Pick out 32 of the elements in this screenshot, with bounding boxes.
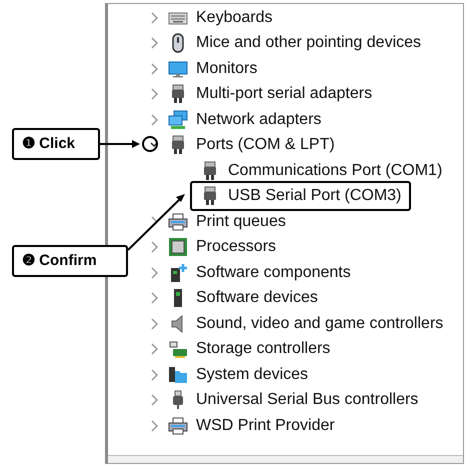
tree-item-label[interactable]: Ports (COM & LPT) — [196, 133, 335, 158]
highlight-circle — [142, 136, 158, 152]
tree-item-label[interactable]: Print queues — [196, 210, 286, 234]
storage-icon — [168, 339, 188, 360]
tree-item-label[interactable]: Keyboards — [196, 6, 272, 30]
tree-item-label[interactable]: Multi-port serial adapters — [196, 82, 372, 106]
tree-item-label[interactable]: Software devices — [196, 286, 318, 310]
tree-item-label[interactable]: WSD Print Provider — [196, 414, 335, 438]
component-icon — [168, 262, 188, 283]
printer-icon — [168, 416, 188, 436]
system-icon — [168, 364, 188, 385]
expand-chevron-icon[interactable] — [150, 216, 158, 228]
tree-item-label: USB Serial Port (COM3) — [228, 186, 402, 206]
chip-icon — [168, 237, 188, 258]
network-icon — [168, 110, 188, 130]
callout-label: ❷ Confirm — [12, 245, 128, 277]
tree-item-label[interactable]: Software components — [196, 260, 351, 285]
pointer-arrow — [127, 194, 185, 251]
highlighted-tree-item[interactable]: USB Serial Port (COM3) — [190, 181, 412, 212]
tree-item-label[interactable]: Sound, video and game controllers — [196, 312, 444, 336]
pointer-arrow — [100, 140, 140, 148]
tree-item-label[interactable]: Processors — [196, 235, 276, 260]
tree-item-label[interactable]: Monitors — [196, 56, 258, 81]
tree-item-label[interactable]: System devices — [196, 362, 308, 387]
callout-label: ❶ Click — [12, 128, 100, 160]
tree-item-label: Communications Port (COM1) — [228, 160, 442, 181]
printer-icon — [168, 212, 188, 232]
tree-item-label[interactable]: Mice and other pointing devices — [196, 31, 422, 56]
tree-item-label[interactable]: Storage controllers — [196, 337, 330, 362]
monitor-icon — [168, 58, 188, 79]
tree-item-label[interactable]: Universal Serial Bus controllers — [196, 388, 418, 412]
tree-item-label[interactable]: Network adapters — [196, 108, 322, 132]
